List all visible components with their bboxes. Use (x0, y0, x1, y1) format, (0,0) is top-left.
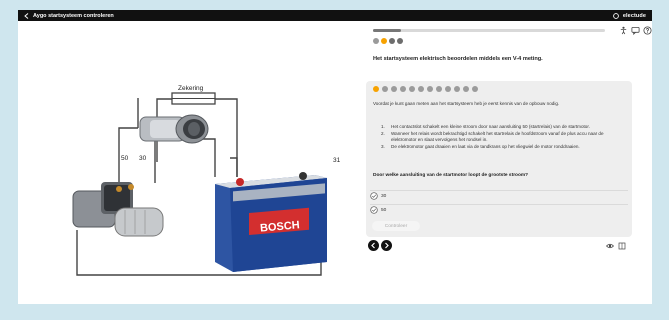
explanation-step: 3. De elektromotor gaat draaien en laat v… (381, 144, 629, 151)
help-icon[interactable] (643, 26, 652, 35)
brand-name: electude (622, 12, 646, 19)
step-number: 2. (381, 130, 385, 136)
option-label: 50 (381, 207, 387, 213)
starter-motor (72, 182, 164, 237)
top-toolbar (619, 26, 652, 35)
step-number: 3. (381, 143, 385, 149)
previous-button[interactable] (368, 240, 379, 251)
question-dots (373, 86, 478, 92)
explanation-step: 1. Het contactslot schakelt een kleine st… (381, 124, 629, 131)
app-header: Aygo startsysteem controleren electude (18, 10, 652, 21)
starter-circuit-diagram: Zekering 50 30 BOSCH 31 (72, 85, 341, 276)
terminal-50-label: 50 (121, 155, 129, 162)
checkbox-icon[interactable] (370, 192, 378, 200)
step-dot[interactable] (373, 38, 379, 44)
eye-icon[interactable] (606, 242, 614, 250)
step-text: Het contactslot schakelt een kleine stro… (391, 124, 590, 129)
ignition-switch (139, 114, 209, 144)
step-indicator (373, 38, 403, 44)
fuse (171, 92, 216, 105)
electude-logo-icon (613, 12, 619, 19)
answer-option-30[interactable]: 30 (370, 190, 628, 201)
navigation-buttons (368, 240, 392, 251)
terminal-31-label: 31 (333, 157, 341, 164)
question-dot[interactable] (400, 86, 406, 92)
section-title: Het startsysteem elektrisch beoordelen m… (373, 56, 543, 62)
step-dot[interactable] (389, 38, 395, 44)
step-number: 1. (381, 124, 385, 129)
chevron-left-icon[interactable] (24, 12, 29, 19)
explanation-steps: 1. Het contactslot schakelt een kleine st… (381, 124, 629, 150)
checkbox-icon[interactable] (370, 206, 378, 214)
question-dot[interactable] (445, 86, 451, 92)
question-dot[interactable] (454, 86, 460, 92)
question-dot[interactable] (409, 86, 415, 92)
accessibility-icon[interactable] (619, 26, 628, 35)
book-icon[interactable] (618, 242, 626, 250)
answer-option-50[interactable]: 50 (370, 204, 628, 215)
chat-icon[interactable] (631, 26, 640, 35)
option-label: 30 (381, 193, 387, 199)
question-dot[interactable] (436, 86, 442, 92)
question-dot[interactable] (418, 86, 424, 92)
page-title: Aygo startsysteem controleren (33, 12, 114, 19)
question-dot[interactable] (382, 86, 388, 92)
step-dot[interactable] (381, 38, 387, 44)
question-dot[interactable] (463, 86, 469, 92)
step-text: De elektromotor gaat draaien en laat via… (391, 143, 580, 149)
arrow-right-icon (385, 242, 389, 249)
arrow-left-icon (371, 242, 375, 249)
question-text: Door welke aansluiting van de startmotor… (373, 173, 529, 178)
question-dot[interactable] (391, 86, 397, 92)
question-intro: Voordat je kunt gaan meten aan het start… (373, 101, 560, 106)
terminal-30-label: 30 (139, 155, 147, 162)
fuse-label: Zekering (178, 85, 204, 92)
lesson-progress-bar (373, 29, 605, 32)
explanation-step: 2. Wanneer het relais wordt bekrachtigd s… (381, 131, 629, 144)
lesson-progress-fill (373, 29, 401, 32)
check-answer-button[interactable]: Controleer (372, 221, 420, 231)
question-dot[interactable] (427, 86, 433, 92)
next-button[interactable] (381, 240, 392, 251)
step-dot[interactable] (397, 38, 403, 44)
bottom-toolbar (606, 242, 626, 250)
question-dot[interactable] (373, 86, 379, 92)
question-dot[interactable] (472, 86, 478, 92)
step-text: Wanneer het relais wordt bekrachtigd sch… (391, 130, 604, 143)
